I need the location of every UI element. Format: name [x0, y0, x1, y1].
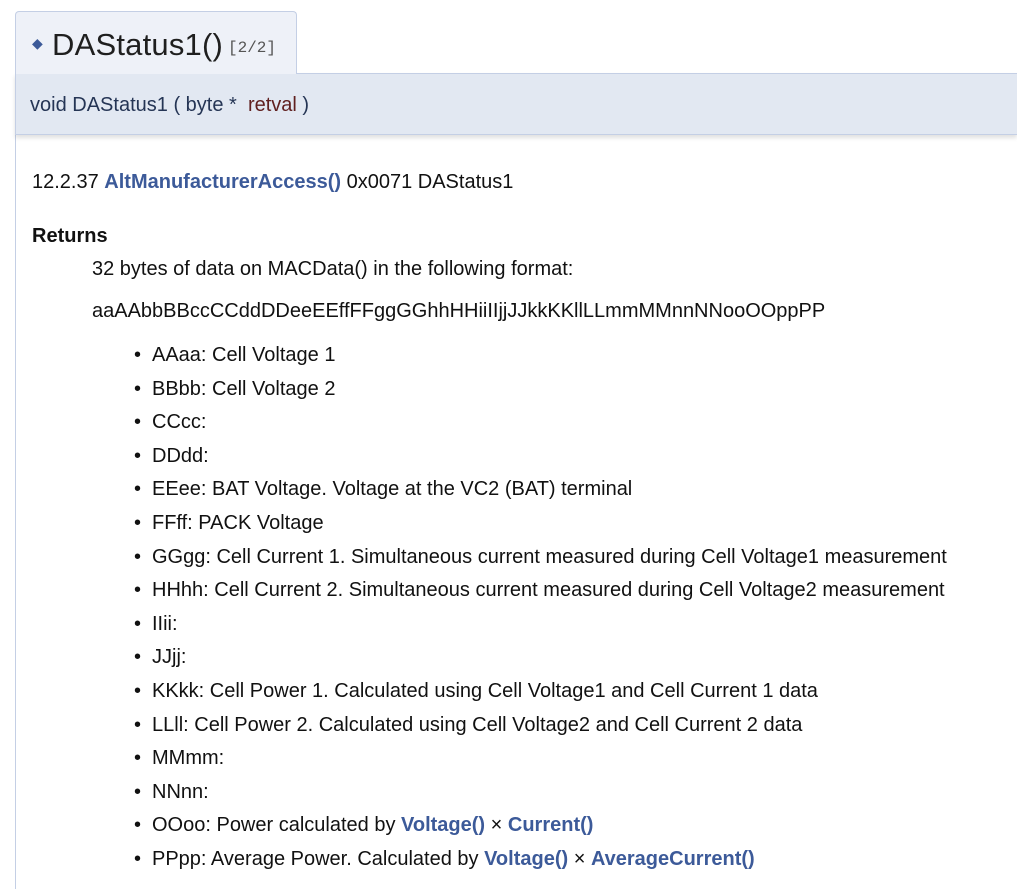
list-item: • JJjj: [134, 641, 947, 675]
list-item: • GGgg: Cell Current 1. Simultaneous curr… [134, 541, 947, 575]
list-item-text: DDdd: [152, 444, 209, 467]
data-format-string: aaAAbbBBccCCddDDeeEEffFFggGGhhHHiiIIjjJJ… [92, 300, 826, 322]
list-item: • DDdd: [134, 440, 947, 474]
list-item-text: OOoo: Power calculated by [152, 814, 402, 837]
open-paren: ( [173, 94, 181, 116]
list-item: • FFff: PACK Voltage [134, 507, 947, 541]
bullet-icon: • [134, 444, 142, 467]
list-item-text: IIii: [152, 612, 178, 635]
doc-page: ◆ DAStatus1() [2/2] void DAStatus1 ( byt… [0, 0, 1017, 889]
multiply-sign: × [568, 847, 591, 870]
return-type: void [30, 94, 67, 116]
function-link[interactable]: Voltage() [484, 848, 568, 870]
bullet-icon: • [134, 579, 142, 602]
returns-description: 32 bytes of data on MACData() in the fol… [92, 258, 574, 280]
list-item-text: CCcc: [152, 411, 207, 434]
bullet-icon: • [134, 511, 142, 534]
list-item-text: AAaa: Cell Voltage 1 [152, 344, 336, 366]
function-link[interactable]: AverageCurrent() [591, 848, 755, 870]
section-heading-line: 12.2.37 AltManufacturerAccess() 0x0071 D… [32, 171, 513, 194]
diamond-icon: ◆ [32, 35, 43, 51]
bullet-icon: • [134, 747, 142, 770]
prototype-text: void DAStatus1 ( byte * retval ) [30, 94, 309, 117]
bullet-icon: • [134, 847, 142, 870]
list-item: • OOoo: Power calculated by Voltage() × C… [134, 809, 947, 843]
bullet-icon: • [134, 780, 142, 803]
list-item-text: JJjj: [152, 646, 187, 669]
param-type: byte * [185, 94, 237, 116]
multiply-sign: × [485, 814, 508, 837]
function-link[interactable]: Current() [508, 814, 594, 836]
bullet-icon: • [134, 377, 142, 400]
bullet-icon: • [134, 411, 142, 434]
returns-label: Returns [32, 225, 108, 247]
list-item: • AAaa: Cell Voltage 1 [134, 339, 947, 373]
list-item: • NNnn: [134, 776, 947, 810]
function-link[interactable]: Voltage() [401, 814, 485, 836]
list-item: • CCcc: [134, 406, 947, 440]
list-item-text: FFff: PACK Voltage [152, 511, 324, 534]
list-item: • KKkk: Cell Power 1. Calculated using Ce… [134, 675, 947, 709]
bullet-icon: • [134, 612, 142, 635]
bullet-icon: • [134, 478, 142, 501]
list-item-text: PPpp: Average Power. Calculated by [152, 847, 485, 870]
overload-indicator: [2/2] [228, 39, 277, 57]
prototype-name: DAStatus1 [72, 94, 168, 116]
member-title-tab: ◆ DAStatus1() [2/2] [15, 11, 297, 74]
bullet-icon: • [134, 344, 142, 366]
function-title: DAStatus1() [52, 27, 224, 62]
param-name: retval [247, 94, 297, 116]
section-number: 12.2.37 [32, 171, 99, 193]
bullet-icon: • [134, 814, 142, 837]
close-paren: ) [302, 94, 310, 116]
list-item: • PPpp: Average Power. Calculated by Volt… [134, 843, 947, 877]
field-list: • AAaa: Cell Voltage 1 • BBbb: Cell Voltage… [134, 339, 947, 877]
list-item-text: LLll: Cell Power 2. Calculated using Cel… [152, 713, 803, 736]
bullet-icon: • [134, 679, 142, 702]
function-prototype: void DAStatus1 ( byte * retval ) [15, 73, 1017, 135]
member-documentation: 12.2.37 AltManufacturerAccess() 0x0071 D… [15, 135, 1017, 889]
list-item-text: HHhh: Cell Current 2. Simultaneous curre… [152, 579, 945, 602]
list-item: • MMmm: [134, 742, 947, 776]
list-item: • LLll: Cell Power 2. Calculated using Ce… [134, 709, 947, 743]
list-item: • HHhh: Cell Current 2. Simultaneous curr… [134, 574, 947, 608]
list-item: • BBbb: Cell Voltage 2 [134, 373, 947, 407]
list-item-text: EEee: BAT Voltage. Voltage at the VC2 (B… [152, 478, 633, 501]
list-item-text: KKkk: Cell Power 1. Calculated using Cel… [152, 679, 818, 702]
altmanufactureraccess-link[interactable]: AltManufacturerAccess() [104, 171, 341, 193]
bullet-icon: • [134, 646, 142, 669]
list-item: • IIii: [134, 608, 947, 642]
bullet-icon: • [134, 713, 142, 736]
list-item-text: BBbb: Cell Voltage 2 [152, 377, 336, 400]
bullet-icon: • [134, 545, 142, 568]
list-item: • EEee: BAT Voltage. Voltage at the VC2 (… [134, 473, 947, 507]
list-item-text: GGgg: Cell Current 1. Simultaneous curre… [152, 545, 947, 568]
list-item-text: NNnn: [152, 780, 209, 803]
command-description: 0x0071 DAStatus1 [346, 171, 514, 193]
list-item-text: MMmm: [152, 747, 225, 770]
